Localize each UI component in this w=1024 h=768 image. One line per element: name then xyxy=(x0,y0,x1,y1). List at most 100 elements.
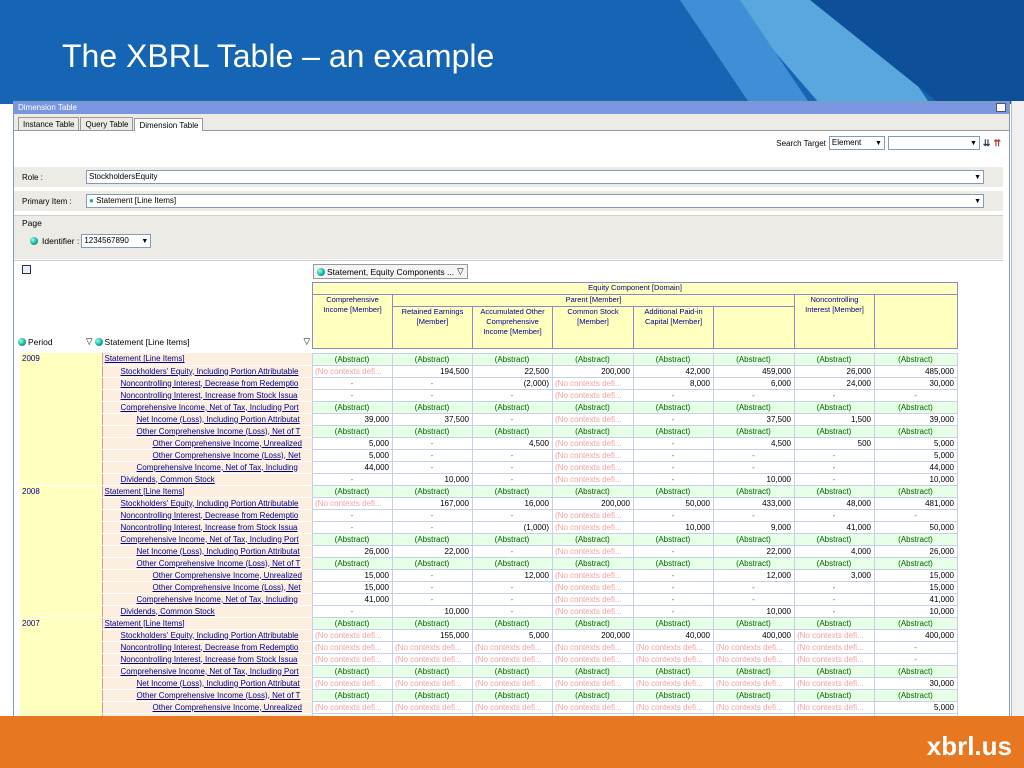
data-cell[interactable]: (No contexts defi... xyxy=(472,653,553,666)
data-cell[interactable]: (No contexts defi... xyxy=(552,677,634,690)
data-cell[interactable]: - xyxy=(392,377,473,390)
line-item-label[interactable]: Other Comprehensive Income (Loss), Net xyxy=(101,449,312,462)
data-cell[interactable]: 15,000 xyxy=(312,581,393,594)
data-cell[interactable]: - xyxy=(472,473,553,486)
data-cell[interactable]: (Abstract) xyxy=(312,665,393,678)
identifier-select[interactable]: 1234567890 ▼ xyxy=(81,234,152,248)
line-item-label[interactable]: Stockholders' Equity, Including Portion … xyxy=(101,365,312,378)
tab-dimension-table[interactable]: Dimension Table xyxy=(134,118,204,131)
data-cell[interactable]: - xyxy=(633,593,714,606)
data-cell[interactable]: - xyxy=(312,389,393,402)
data-cell[interactable]: - xyxy=(312,521,393,534)
data-cell[interactable]: (Abstract) xyxy=(312,401,393,414)
tab-instance-table[interactable]: Instance Table xyxy=(18,117,80,130)
data-cell[interactable]: (No contexts defi... xyxy=(552,653,634,666)
data-cell[interactable]: (Abstract) xyxy=(392,401,473,414)
data-cell[interactable]: 500 xyxy=(794,437,875,450)
data-cell[interactable]: 39,000 xyxy=(874,413,958,426)
data-cell[interactable]: (Abstract) xyxy=(633,353,714,366)
data-cell[interactable]: (No contexts defi... xyxy=(794,653,875,666)
search-down-icon[interactable]: ⇊ xyxy=(983,138,991,149)
data-cell[interactable]: 48,000 xyxy=(794,497,875,510)
data-cell[interactable]: (Abstract) xyxy=(552,485,634,498)
data-cell[interactable]: (No contexts defi... xyxy=(552,449,634,462)
data-cell[interactable]: (Abstract) xyxy=(794,557,875,570)
data-cell[interactable]: 10,000 xyxy=(713,473,795,486)
data-cell[interactable]: - xyxy=(392,521,473,534)
data-cell[interactable]: (Abstract) xyxy=(552,665,634,678)
line-item-label[interactable]: Comprehensive Income, Net of Tax, Includ… xyxy=(101,401,312,414)
data-cell[interactable]: 200,000 xyxy=(552,497,634,510)
data-cell[interactable]: (Abstract) xyxy=(472,401,553,414)
data-cell[interactable]: (No contexts defi... xyxy=(312,365,393,378)
data-cell[interactable]: (Abstract) xyxy=(392,485,473,498)
data-cell[interactable]: - xyxy=(633,461,714,474)
data-cell[interactable]: (No contexts defi... xyxy=(552,461,634,474)
data-cell[interactable]: 22,000 xyxy=(713,545,795,558)
line-item-label[interactable]: Noncontrolling Interest, Decrease from R… xyxy=(101,641,312,654)
data-cell[interactable]: 37,500 xyxy=(713,413,795,426)
data-cell[interactable]: (Abstract) xyxy=(633,557,714,570)
data-cell[interactable]: - xyxy=(874,653,958,666)
line-item-label[interactable]: Statement [Line Items] xyxy=(101,353,312,366)
data-cell[interactable]: 12,000 xyxy=(713,569,795,582)
data-cell[interactable]: 5,000 xyxy=(874,449,958,462)
line-item-label[interactable]: Other Comprehensive Income (Loss), Net o… xyxy=(101,557,312,570)
data-cell[interactable]: 41,000 xyxy=(312,593,393,606)
period-header[interactable]: Period xyxy=(28,337,86,347)
data-cell[interactable]: 9,000 xyxy=(713,521,795,534)
data-cell[interactable]: (No contexts defi... xyxy=(552,473,634,486)
data-cell[interactable]: - xyxy=(472,545,553,558)
data-cell[interactable]: (No contexts defi... xyxy=(392,701,473,714)
statement-header[interactable]: Statement [Line Items] xyxy=(105,337,304,347)
data-cell[interactable]: (No contexts defi... xyxy=(552,545,634,558)
data-cell[interactable]: (Abstract) xyxy=(312,353,393,366)
line-item-label[interactable]: Statement [Line Items] xyxy=(101,485,312,498)
data-cell[interactable]: (Abstract) xyxy=(472,617,553,630)
data-cell[interactable]: (Abstract) xyxy=(392,353,473,366)
data-cell[interactable]: - xyxy=(312,509,393,522)
data-cell[interactable]: - xyxy=(312,377,393,390)
data-cell[interactable]: - xyxy=(392,461,473,474)
data-cell[interactable]: (Abstract) xyxy=(713,353,795,366)
data-cell[interactable]: (Abstract) xyxy=(392,665,473,678)
vertical-scrollbar[interactable] xyxy=(1011,101,1024,716)
data-cell[interactable]: 5,000 xyxy=(312,449,393,462)
data-cell[interactable]: - xyxy=(713,389,795,402)
data-cell[interactable]: (No contexts defi... xyxy=(713,653,795,666)
data-cell[interactable]: 194,500 xyxy=(392,365,473,378)
data-cell[interactable]: (Abstract) xyxy=(552,689,634,702)
data-cell[interactable]: 41,000 xyxy=(794,521,875,534)
data-cell[interactable]: (Abstract) xyxy=(392,557,473,570)
data-cell[interactable]: (No contexts defi... xyxy=(633,701,714,714)
data-cell[interactable]: - xyxy=(874,389,958,402)
data-cell[interactable]: (No contexts defi... xyxy=(794,677,875,690)
data-cell[interactable]: (No contexts defi... xyxy=(713,677,795,690)
line-item-label[interactable]: Other Comprehensive Income (Loss), Net o… xyxy=(101,689,312,702)
data-cell[interactable]: 39,000 xyxy=(312,413,393,426)
data-cell[interactable]: 12,000 xyxy=(472,569,553,582)
period-cell[interactable]: 2009 xyxy=(20,353,102,486)
data-cell[interactable]: 5,000 xyxy=(472,629,553,642)
data-cell[interactable]: - xyxy=(472,605,553,618)
data-cell[interactable]: 26,000 xyxy=(794,365,875,378)
data-cell[interactable]: (No contexts defi... xyxy=(794,629,875,642)
data-cell[interactable]: (Abstract) xyxy=(312,689,393,702)
line-item-label[interactable]: Noncontrolling Interest, Decrease from R… xyxy=(101,377,312,390)
data-cell[interactable]: (No contexts defi... xyxy=(312,653,393,666)
line-item-label[interactable]: Noncontrolling Interest, Increase from S… xyxy=(101,653,312,666)
line-item-label[interactable]: Other Comprehensive Income, Unrealized xyxy=(101,701,312,714)
data-cell[interactable]: (Abstract) xyxy=(633,617,714,630)
data-cell[interactable]: (Abstract) xyxy=(392,617,473,630)
line-item-label[interactable]: Dividends, Common Stock xyxy=(101,473,312,486)
data-cell[interactable]: - xyxy=(874,509,958,522)
data-cell[interactable]: - xyxy=(633,413,714,426)
data-cell[interactable]: (Abstract) xyxy=(794,533,875,546)
data-cell[interactable]: (Abstract) xyxy=(312,557,393,570)
line-item-label[interactable]: Stockholders' Equity, Including Portion … xyxy=(101,629,312,642)
data-cell[interactable]: (No contexts defi... xyxy=(472,677,553,690)
data-cell[interactable]: (Abstract) xyxy=(472,425,553,438)
data-cell[interactable]: 40,000 xyxy=(633,629,714,642)
data-cell[interactable]: 22,500 xyxy=(472,365,553,378)
data-cell[interactable]: (No contexts defi... xyxy=(472,701,553,714)
